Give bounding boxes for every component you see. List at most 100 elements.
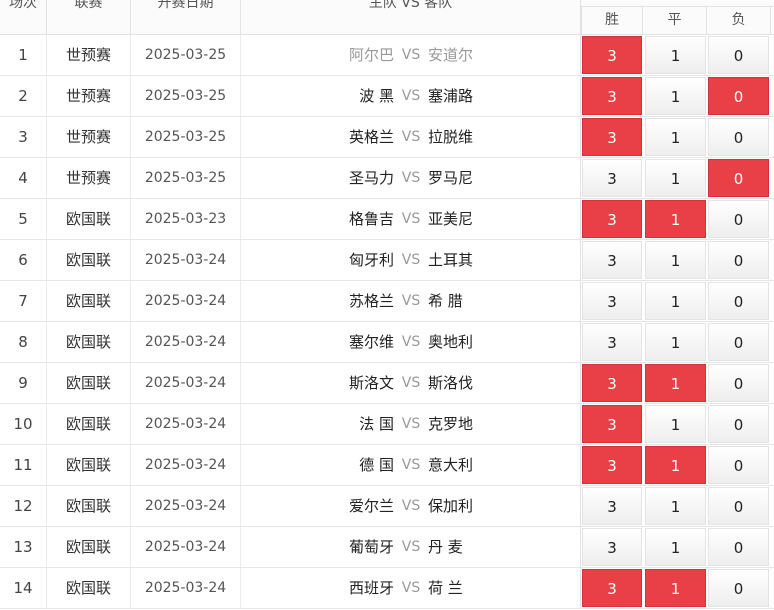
draw-option[interactable]: 1 [645,36,706,74]
table-row: 4 世预赛 2025-03-25 圣马力 VS 罗马尼 3 1 0 [0,158,774,199]
loss-option[interactable]: 0 [708,36,769,74]
loss-option[interactable]: 0 [708,159,769,197]
win-option[interactable]: 3 [582,528,642,566]
home-team: 爱尔兰 [348,497,394,515]
draw-option[interactable]: 1 [645,405,706,443]
away-team: 荷 兰 [428,568,581,608]
away-team: 安道尔 [428,35,581,75]
loss-option[interactable]: 0 [708,77,769,115]
win-option[interactable]: 3 [582,323,642,361]
home-team: 匈牙利 [348,251,394,269]
round-cell: 11 [0,445,47,485]
vs-label: VS [401,457,421,473]
win-option[interactable]: 3 [582,569,642,607]
date-cell: 2025-03-24 [131,281,241,321]
round-cell: 2 [0,76,47,116]
league-cell: 世预赛 [47,76,131,116]
table-row: 7 欧国联 2025-03-24 苏格兰 VS 希 腊310 [0,281,774,322]
home-team: 波 黑 [359,87,394,105]
header-round-label: 场次 [9,0,37,11]
win-option[interactable]: 3 [582,36,642,74]
draw-option[interactable]: 1 [645,77,706,115]
league-cell: 欧国联 [47,404,131,444]
win-option[interactable]: 3 [582,241,642,279]
loss-option[interactable]: 0 [708,118,769,156]
win-option[interactable]: 3 [582,118,642,156]
away-team: 亚美尼 [428,199,581,239]
date-cell: 2025-03-24 [131,445,241,485]
home-team: 葡萄牙 [348,538,394,556]
league-cell: 世预赛 [47,158,131,198]
league-cell: 世预赛 [47,35,131,75]
away-team: 斯洛伐 [428,363,581,403]
home-team: 苏格兰 [348,292,394,310]
league-cell: 欧国联 [47,322,131,362]
win-option[interactable]: 3 [582,282,642,320]
table-row: 12 欧国联 2025-03-24 爱尔兰 VS 保加利 3 1 0 [0,486,774,527]
loss-option[interactable]: 0 [708,528,769,566]
round-cell: 4 [0,158,47,198]
vs-label: VS [401,580,421,596]
table-row: 2 世预赛 2025-03-25 波 黑 VS 塞浦路 3 1 0 [0,76,774,117]
win-option[interactable]: 3 [582,200,642,238]
date-cell: 2025-03-24 [131,240,241,280]
win-option[interactable]: 3 [582,159,642,197]
table-row: 8 欧国联 2025-03-24 塞尔维 VS 奥地利 3 1 0 [0,322,774,363]
draw-option[interactable]: 1 [645,323,706,361]
league-cell: 欧国联 [47,240,131,280]
win-option[interactable]: 3 [582,364,642,402]
header-loss: 负 [707,7,771,34]
loss-option[interactable]: 0 [708,405,769,443]
header-match-label: 主队 VS 客队 [368,0,453,11]
draw-option[interactable]: 1 [645,364,706,402]
round-cell: 12 [0,486,47,526]
date-cell: 2025-03-24 [131,404,241,444]
header-date-label: 开赛日期 [157,0,214,11]
table-row: 3 世预赛 2025-03-25 英格兰 VS 拉脱维 3 1 0 [0,117,774,158]
draw-option[interactable]: 1 [645,241,706,279]
loss-option[interactable]: 0 [708,487,769,525]
win-option[interactable]: 3 [582,405,642,443]
draw-option[interactable]: 1 [645,569,706,607]
round-cell: 1 [0,35,47,75]
loss-option[interactable]: 0 [708,323,769,361]
date-cell: 2025-03-24 [131,486,241,526]
draw-option[interactable]: 1 [645,446,706,484]
away-team: 拉脱维 [428,117,581,157]
round-cell: 5 [0,199,47,239]
away-team: 塞浦路 [428,76,581,116]
header-win: 胜 [581,7,643,34]
draw-option[interactable]: 1 [645,487,706,525]
draw-option[interactable]: 1 [645,528,706,566]
draw-option[interactable]: 1 [645,282,706,320]
win-option[interactable]: 3 [582,77,642,115]
home-team: 塞尔维 [348,333,394,351]
vs-label: VS [401,211,421,227]
draw-option[interactable]: 1 [645,200,706,238]
win-option[interactable]: 3 [582,446,642,484]
loss-option[interactable]: 0 [708,446,769,484]
league-cell: 欧国联 [47,281,131,321]
draw-option[interactable]: 1 [645,159,706,197]
away-team: 罗马尼 [428,158,581,198]
home-team: 阿尔巴 [348,46,394,64]
loss-option[interactable]: 0 [708,569,769,607]
loss-option[interactable]: 0 [708,200,769,238]
header-draw: 平 [643,7,707,34]
date-cell: 2025-03-25 [131,117,241,157]
table-row: 6 欧国联 2025-03-24 匈牙利 VS 土耳其 3 1 0 [0,240,774,281]
table-header: 场次 联赛 开赛日期 主队 VS 客队 胜 平 负 [0,0,774,35]
round-cell: 6 [0,240,47,280]
win-option[interactable]: 3 [582,487,642,525]
round-cell: 10 [0,404,47,444]
loss-option[interactable]: 0 [708,364,769,402]
loss-option[interactable]: 0 [708,282,769,320]
draw-option[interactable]: 1 [645,118,706,156]
league-cell: 欧国联 [47,363,131,403]
table-row: 1 世预赛 2025-03-25 阿尔巴 VS 安道尔 3 1 0 [0,35,774,76]
loss-option[interactable]: 0 [708,241,769,279]
date-cell: 2025-03-24 [131,363,241,403]
league-cell: 世预赛 [47,117,131,157]
header-match: 主队 VS 客队 [241,0,581,34]
table-row: 10 欧国联 2025-03-24 法 国 VS 克罗地 3 1 0 [0,404,774,445]
